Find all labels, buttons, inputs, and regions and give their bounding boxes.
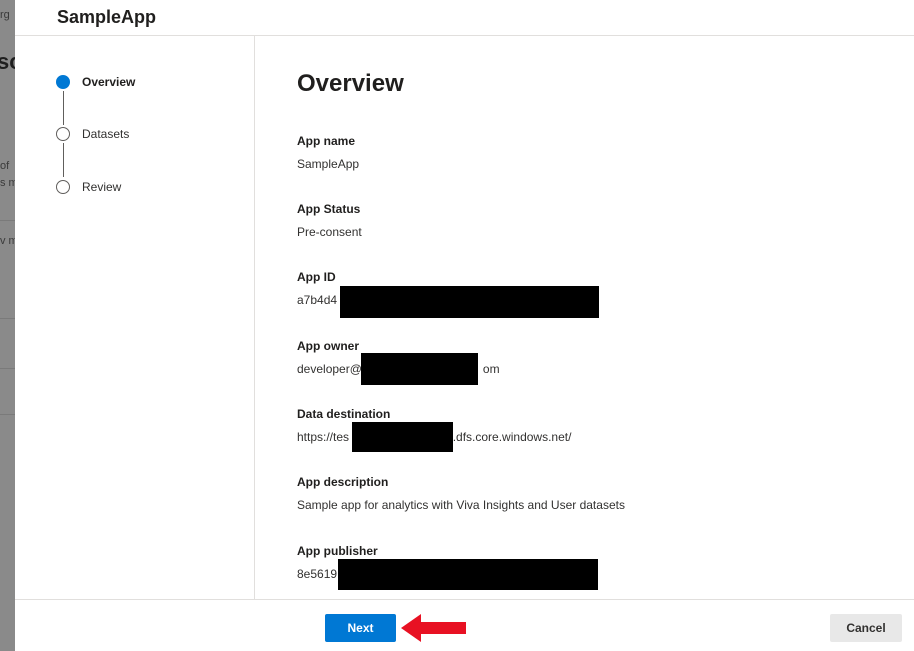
field-label: Data destination [297, 407, 391, 421]
field-app-name: App name SampleApp [297, 134, 857, 171]
field-value: 8e5619 [297, 559, 857, 590]
field-data-destination: Data destination https://tes 1.dfs.core.w… [297, 407, 857, 452]
step-review[interactable]: Review [56, 177, 121, 197]
step-connector [63, 143, 64, 177]
field-label: App Status [297, 202, 361, 216]
panel-title: SampleApp [57, 7, 157, 27]
wizard-stepper: Overview Datasets Review [15, 36, 255, 599]
step-label: Overview [82, 75, 136, 89]
background-text: rg [0, 9, 10, 21]
annotation-arrow-icon [401, 614, 466, 642]
field-label: App owner [297, 339, 359, 353]
field-value: developer@ om [297, 353, 857, 385]
field-value-visible: 1.dfs.core.windows.net/ [446, 430, 572, 444]
cancel-button[interactable]: Cancel [830, 614, 902, 642]
background-divider [0, 220, 15, 221]
step-inactive-icon [56, 180, 70, 194]
field-value-visible: https://tes [297, 430, 350, 444]
field-label: App ID [297, 270, 336, 284]
step-label: Datasets [82, 127, 130, 141]
background-text: of [0, 160, 10, 172]
redaction-box [361, 353, 478, 385]
app-panel: SampleApp Overview Datasets Review Overv… [15, 0, 914, 651]
background-divider [0, 318, 15, 319]
redaction-box [338, 559, 598, 590]
field-value-visible: 8e5619 [297, 567, 338, 581]
field-value: Pre-consent [297, 225, 362, 239]
background-text: s m [0, 177, 15, 189]
step-overview[interactable]: Overview [56, 72, 135, 92]
field-app-description: App description Sample app for analytics… [297, 475, 857, 512]
field-label: App publisher [297, 544, 378, 558]
step-datasets[interactable]: Datasets [56, 124, 129, 144]
field-value: Sample app for analytics with Viva Insig… [297, 498, 625, 512]
overview-content: Overview App name SampleApp App Status P… [297, 36, 897, 599]
field-app-id: App ID a7b4d4 [297, 270, 857, 318]
background-divider [0, 368, 15, 369]
field-value: SampleApp [297, 157, 360, 171]
field-value: https://tes 1.dfs.core.windows.net/ [297, 422, 857, 452]
step-connector [63, 91, 64, 125]
content-title: Overview [297, 70, 404, 97]
background-page: rg sc of s m v m [0, 0, 15, 651]
step-active-icon [56, 75, 70, 89]
field-label: App description [297, 475, 389, 489]
step-label: Review [82, 180, 122, 194]
redaction-box [352, 422, 453, 452]
background-divider [0, 414, 15, 415]
field-value-visible: om [482, 362, 500, 376]
field-app-owner: App owner developer@ om [297, 339, 857, 385]
field-app-publisher: App publisher 8e5619 [297, 544, 857, 590]
step-inactive-icon [56, 127, 70, 141]
field-label: App name [297, 134, 356, 148]
background-heading: sc [0, 49, 15, 74]
background-text: v m [0, 235, 15, 247]
field-value: a7b4d4 [297, 286, 857, 318]
redaction-box [340, 286, 599, 318]
field-app-status: App Status Pre-consent [297, 202, 857, 239]
footer-divider [15, 599, 914, 600]
next-button[interactable]: Next [325, 614, 396, 642]
field-value-visible: a7b4d4 [297, 293, 338, 307]
field-value-visible: developer@ [297, 362, 362, 376]
